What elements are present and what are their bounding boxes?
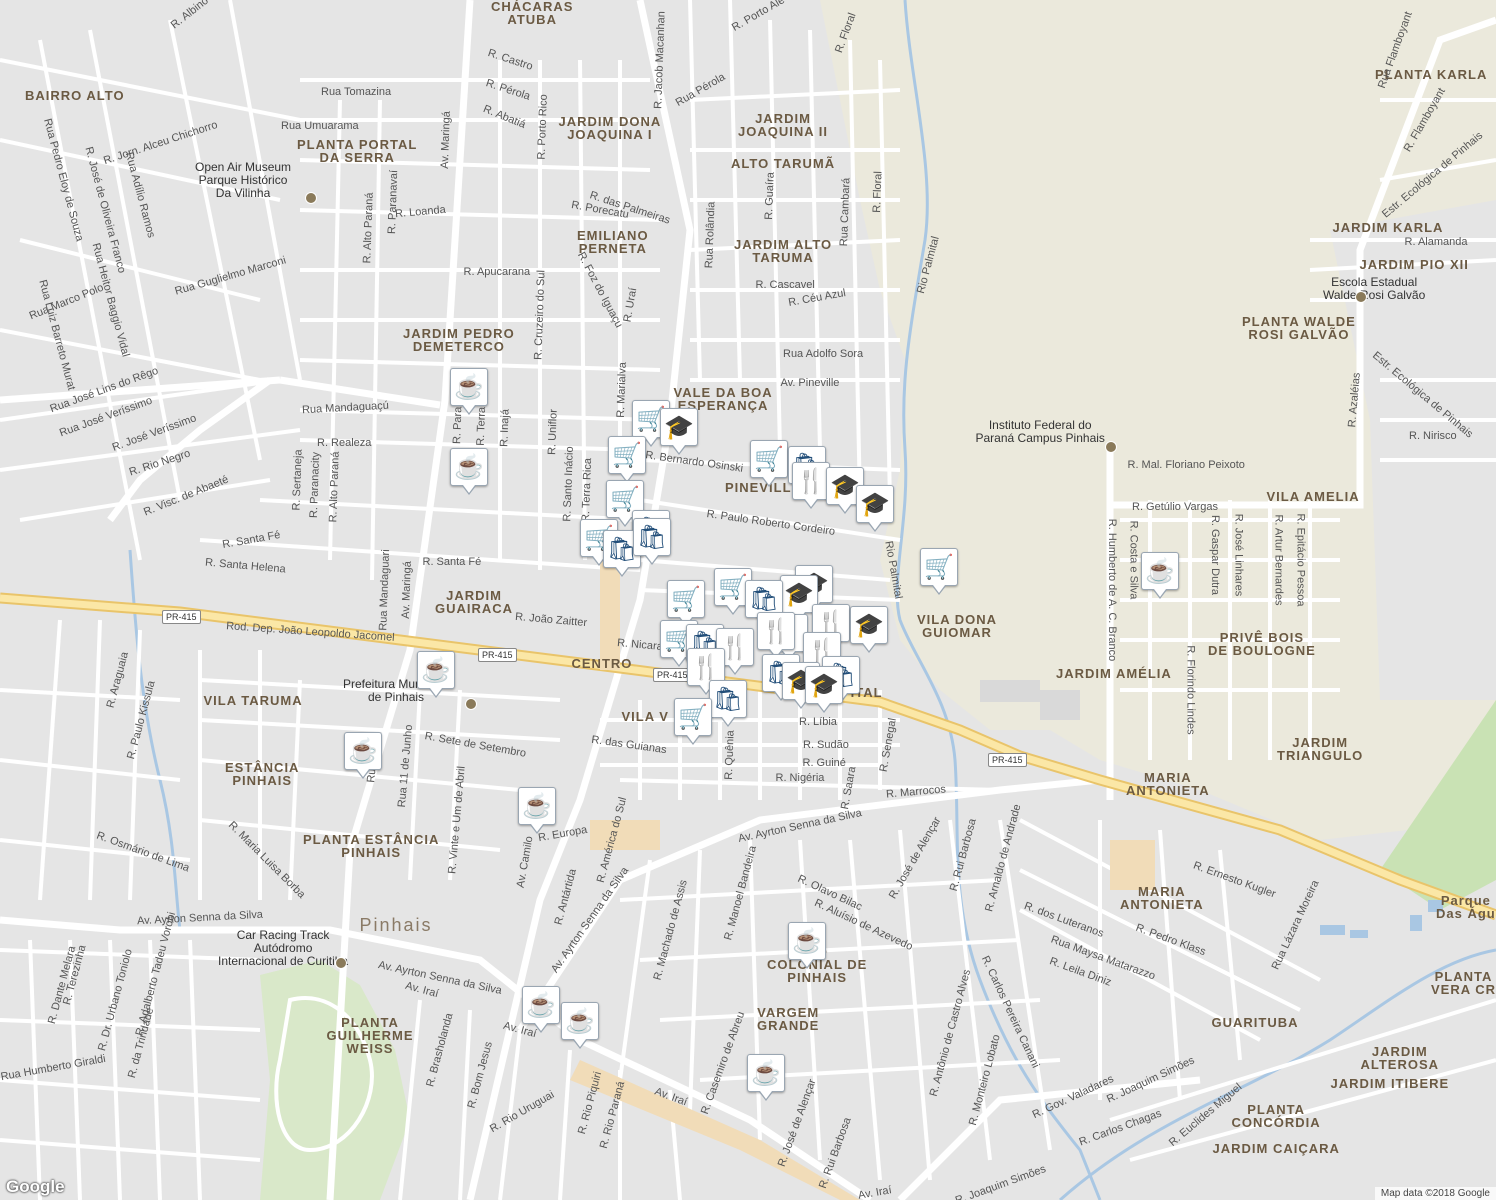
cafe-marker-icon[interactable]: ☕	[518, 787, 556, 834]
highway-shield: PR-415	[478, 648, 517, 662]
cafe-marker-icon[interactable]: ☕	[450, 368, 488, 415]
cafe-marker-icon[interactable]: ☕	[417, 651, 455, 698]
cafe-marker-icon[interactable]: ☕	[522, 986, 560, 1033]
school-marker-icon[interactable]: 🎓	[805, 666, 843, 713]
school-marker-icon[interactable]: 🎓	[660, 408, 698, 455]
building-block	[980, 680, 1040, 702]
store-marker-icon[interactable]: 🛍	[633, 518, 671, 565]
poi-pin-icon[interactable]	[305, 192, 317, 204]
grocery-marker-icon[interactable]: 🛒	[608, 436, 646, 483]
map-attribution[interactable]: Map data ©2018 Google	[1374, 1187, 1496, 1200]
building-block	[1040, 690, 1080, 720]
highway-shield: PR-415	[653, 668, 692, 682]
grocery-marker-icon[interactable]: 🛒	[920, 548, 958, 595]
grocery-marker-icon[interactable]: 🛒	[750, 440, 788, 487]
google-logo[interactable]: Google	[6, 1177, 65, 1197]
poi-pin-icon[interactable]	[465, 698, 477, 710]
cafe-marker-icon[interactable]: ☕	[747, 1054, 785, 1101]
highway-shield: PR-415	[988, 753, 1027, 767]
cafe-marker-icon[interactable]: ☕	[1141, 552, 1179, 599]
cafe-marker-icon[interactable]: ☕	[788, 922, 826, 969]
cafe-marker-icon[interactable]: ☕	[344, 732, 382, 779]
cafe-marker-icon[interactable]: ☕	[561, 1002, 599, 1049]
poi-pin-icon[interactable]	[1105, 441, 1117, 453]
river-southeast	[1059, 948, 1496, 1200]
poi-pin-icon[interactable]	[1355, 291, 1367, 303]
map-canvas[interactable]: CHÁCARAS ATUBA BAIRRO ALTO JARDIM DONA JOAQU…	[0, 0, 1496, 1200]
commercial-strip	[1110, 840, 1155, 890]
restaurant-marker-icon[interactable]: 🍴	[792, 462, 830, 509]
poi-pin-icon[interactable]	[335, 957, 347, 969]
highway-shield: PR-415	[162, 610, 201, 624]
cafe-marker-icon[interactable]: ☕	[450, 448, 488, 495]
commercial-strip	[590, 820, 660, 850]
grocery-marker-icon[interactable]: 🛒	[667, 580, 705, 627]
school-marker-icon[interactable]: 🎓	[850, 606, 888, 653]
grocery-marker-icon[interactable]: 🛒	[674, 698, 712, 745]
restaurant-marker-icon[interactable]: 🍴	[757, 612, 795, 659]
store-marker-icon[interactable]: 🛍	[709, 680, 747, 727]
water-ponds	[1320, 900, 1443, 938]
school-marker-icon[interactable]: 🎓	[856, 485, 894, 532]
